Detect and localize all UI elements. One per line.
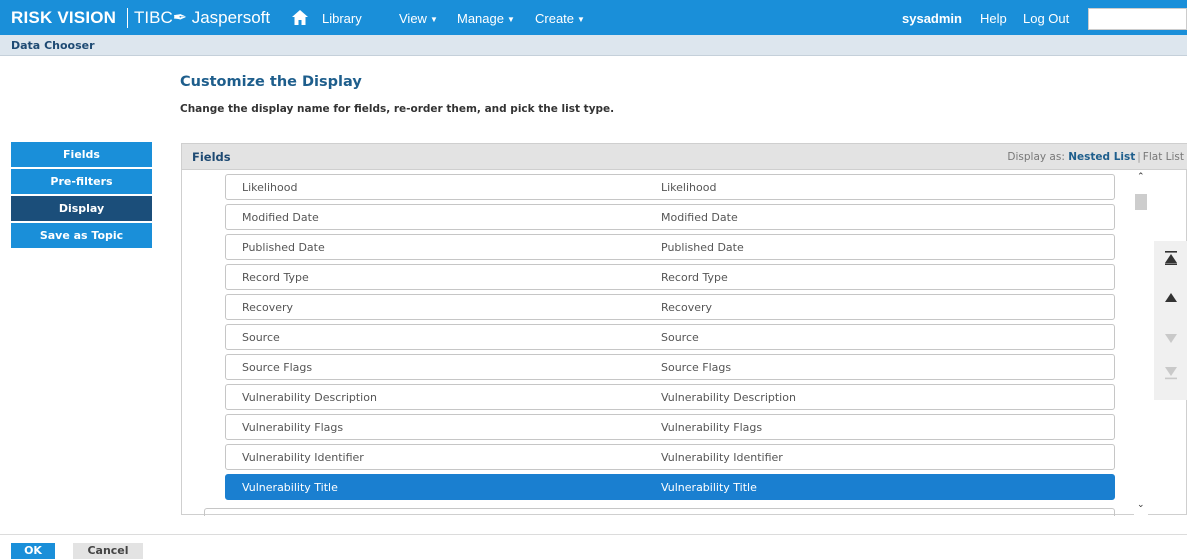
field-row[interactable]: Vulnerability Flags Vulnerability Flags bbox=[225, 414, 1115, 440]
step-display[interactable]: Display bbox=[11, 196, 152, 221]
footer-divider bbox=[0, 534, 1187, 535]
field-name: Vulnerability Flags bbox=[242, 421, 344, 434]
flat-list-option[interactable]: Flat List bbox=[1143, 151, 1184, 163]
field-name: Source Flags bbox=[242, 361, 313, 374]
chevron-down-icon: ▼ bbox=[506, 15, 515, 24]
field-row[interactable]: Vulnerability Identifier Vulnerability Id… bbox=[225, 444, 1115, 470]
field-row[interactable]: Record Type Record Type bbox=[225, 264, 1115, 290]
nav-create-label: Create bbox=[535, 11, 575, 26]
nav-create[interactable]: Create ▼ bbox=[535, 11, 585, 26]
fields-panel-title: Fields bbox=[192, 150, 231, 164]
field-name: Likelihood bbox=[242, 181, 298, 194]
nav-view[interactable]: View ▼ bbox=[399, 11, 438, 26]
field-row[interactable]: Recovery Recovery bbox=[225, 294, 1115, 320]
field-row-selected[interactable]: Vulnerability Title Vulnerability Title bbox=[225, 474, 1115, 500]
sub-header: Data Chooser bbox=[0, 35, 1187, 56]
step-fields[interactable]: Fields bbox=[11, 142, 152, 167]
field-display-name[interactable]: Record Type bbox=[661, 271, 728, 284]
field-display-name[interactable]: Vulnerability Flags bbox=[661, 421, 762, 434]
field-name: Vulnerability Identifier bbox=[242, 451, 364, 464]
top-nav-bar: RISK VISION TIBC✒ Jaspersoft Library Vie… bbox=[0, 0, 1187, 35]
product-logo: TIBC✒ Jaspersoft bbox=[134, 8, 271, 27]
field-name: Modified Date bbox=[242, 211, 319, 224]
move-to-bottom-icon[interactable] bbox=[1164, 366, 1178, 380]
field-name: Published Date bbox=[242, 241, 325, 254]
field-list-scrollbar[interactable]: ⌃ ⌄ bbox=[1134, 170, 1148, 515]
fields-panel-header: Fields Display as: Nested List | Flat List bbox=[182, 144, 1187, 170]
nav-library[interactable]: Library bbox=[322, 11, 362, 26]
chevron-down-icon: ▼ bbox=[429, 15, 438, 24]
search-input[interactable] bbox=[1088, 8, 1187, 30]
chevron-down-icon: ▼ bbox=[577, 15, 585, 24]
move-to-top-icon[interactable] bbox=[1164, 251, 1178, 265]
nav-manage[interactable]: Manage ▼ bbox=[457, 11, 515, 26]
scroll-down-icon[interactable]: ⌄ bbox=[1137, 500, 1145, 510]
display-as-toggle: Display as: Nested List | Flat List bbox=[1007, 151, 1184, 163]
field-row[interactable]: Modified Date Modified Date bbox=[225, 204, 1115, 230]
ok-button[interactable]: OK bbox=[11, 543, 55, 559]
nav-manage-label: Manage bbox=[457, 11, 504, 26]
move-down-icon[interactable] bbox=[1164, 331, 1178, 345]
field-display-name[interactable]: Vulnerability Description bbox=[661, 391, 796, 404]
field-name: Record Type bbox=[242, 271, 309, 284]
field-name: Vulnerability Description bbox=[242, 391, 377, 404]
field-row[interactable]: Vulnerability Description Vulnerability D… bbox=[225, 384, 1115, 410]
page-instructions: Change the display name for fields, re-o… bbox=[180, 103, 615, 115]
field-display-name[interactable]: Modified Date bbox=[661, 211, 738, 224]
page-breadcrumb: Data Chooser bbox=[11, 39, 95, 52]
help-link[interactable]: Help bbox=[980, 11, 1007, 26]
field-display-name[interactable]: Source Flags bbox=[661, 361, 731, 374]
step-save-as-topic[interactable]: Save as Topic bbox=[11, 223, 152, 248]
move-up-icon[interactable] bbox=[1164, 291, 1178, 305]
field-display-name[interactable]: Source bbox=[661, 331, 699, 344]
nested-list-option[interactable]: Nested List bbox=[1068, 151, 1135, 163]
step-pre-filters[interactable]: Pre-filters bbox=[11, 169, 152, 194]
cancel-button[interactable]: Cancel bbox=[73, 543, 143, 559]
reorder-controls bbox=[1154, 241, 1187, 400]
fields-panel: Fields Display as: Nested List | Flat List… bbox=[181, 143, 1187, 516]
field-display-name[interactable]: Likelihood bbox=[661, 181, 716, 194]
home-icon[interactable] bbox=[292, 10, 308, 25]
field-row[interactable]: Published Date Published Date bbox=[225, 234, 1115, 260]
field-row[interactable]: Source Flags Source Flags bbox=[225, 354, 1115, 380]
field-list: Likelihood Likelihood Modified Date Modifi… bbox=[225, 174, 1115, 504]
nav-view-label: View bbox=[399, 11, 427, 26]
scrollbar-thumb[interactable] bbox=[1135, 194, 1147, 210]
field-display-name[interactable]: Published Date bbox=[661, 241, 744, 254]
field-name: Recovery bbox=[242, 301, 294, 314]
wizard-steps: Fields Pre-filters Display Save as Topic bbox=[11, 142, 152, 250]
option-divider: | bbox=[1137, 151, 1141, 163]
field-row[interactable]: Source Source bbox=[225, 324, 1115, 350]
display-as-label: Display as: bbox=[1007, 151, 1065, 163]
field-row[interactable]: Likelihood Likelihood bbox=[225, 174, 1115, 200]
field-display-name[interactable]: Recovery bbox=[661, 301, 712, 314]
field-display-name[interactable]: Vulnerability Title bbox=[661, 481, 757, 494]
scroll-up-icon[interactable]: ⌃ bbox=[1137, 172, 1145, 182]
field-display-name[interactable]: Vulnerability Identifier bbox=[661, 451, 783, 464]
page-title: Customize the Display bbox=[180, 74, 362, 90]
brand-divider bbox=[127, 8, 128, 28]
field-group-container bbox=[204, 508, 1115, 516]
user-name[interactable]: sysadmin bbox=[902, 11, 962, 26]
logout-link[interactable]: Log Out bbox=[1023, 11, 1069, 26]
field-name: Vulnerability Title bbox=[242, 481, 338, 494]
brand-logo: RISK VISION bbox=[11, 8, 117, 27]
field-name: Source bbox=[242, 331, 280, 344]
